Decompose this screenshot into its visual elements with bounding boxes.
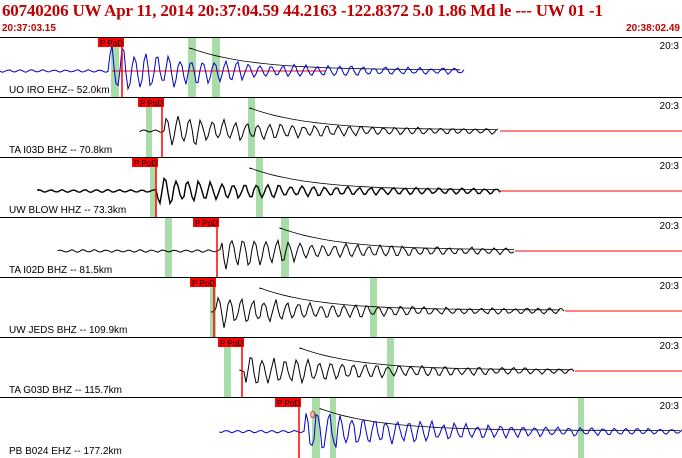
scale-label: 20:3 (659, 161, 679, 172)
scale-label: 20:3 (659, 281, 679, 292)
pick-label: P PoD (140, 99, 163, 108)
waveform (37, 177, 501, 206)
trace-panel-iro[interactable]: P PoD UO IRO EHZ-- 52.0km 20:3 (0, 37, 682, 97)
trace-panel-i03d[interactable]: P PoD TA I03D BHZ -- 70.8km 20:3 (0, 97, 682, 157)
trace-panel-g03d[interactable]: P PoD TA G03D BHZ -- 115.7km 20:3 (0, 337, 682, 397)
station-label: UO IRO EHZ-- 52.0km (9, 85, 110, 96)
trace-panel-blow[interactable]: P PoD UW BLOW HHZ -- 73.3km 20:3 (0, 157, 682, 217)
pick-label: P PoD (195, 219, 218, 228)
station-label: UW BLOW HHZ -- 73.3km (9, 205, 127, 216)
header: 60740206 UW Apr 11, 2014 20:37:04.59 44.… (0, 0, 682, 37)
analysis-window (330, 398, 336, 458)
end-time: 20:38:02.49 (626, 23, 680, 34)
pick-label: P PoD (220, 339, 243, 348)
analysis-window (281, 218, 289, 277)
seismogram-panels: P PoD UO IRO EHZ-- 52.0km 20:3 P PoD TA … (0, 37, 682, 458)
waveform (219, 413, 682, 449)
coda-decay-curve (259, 287, 561, 311)
scale-label: 20:3 (659, 401, 679, 412)
analysis-window (165, 218, 172, 277)
station-label: TA I03D BHZ -- 70.8km (9, 145, 113, 156)
scale-label: 20:3 (659, 41, 679, 52)
coda-decay-curve (249, 107, 496, 130)
coda-decay-curve (279, 227, 515, 250)
analysis-window (312, 398, 320, 458)
waveform (0, 44, 465, 91)
station-label: TA I02D BHZ -- 81.5km (9, 265, 113, 276)
amplitude-marker: 0 (310, 410, 316, 421)
station-label: PB B024 EHZ -- 177.2km (9, 446, 122, 457)
pick-label: P PoD (134, 159, 157, 168)
trace-panel-i02d[interactable]: P PoD TA I02D BHZ -- 81.5km 20:3 (0, 217, 682, 277)
scale-label: 20:3 (659, 101, 679, 112)
station-label: UW JEDS BHZ -- 109.9km (9, 325, 128, 336)
coda-decay-curve (189, 47, 461, 71)
waveform (139, 115, 499, 146)
pick-label: P PoD (277, 399, 300, 408)
pick-label: P PoD (100, 39, 123, 48)
trace-panel-b024[interactable]: P PoD 0 PB B024 EHZ -- 177.2km 20:3 (0, 397, 682, 458)
trace-panel-jeds[interactable]: P PoD UW JEDS BHZ -- 109.9km 20:3 (0, 277, 682, 337)
waveform (239, 356, 575, 385)
scale-label: 20:3 (659, 341, 679, 352)
analysis-window (578, 398, 584, 458)
analysis-window (370, 278, 377, 337)
waveform (211, 296, 565, 328)
scale-label: 20:3 (659, 221, 679, 232)
analysis-window (256, 158, 263, 217)
station-label: TA G03D BHZ -- 115.7km (9, 385, 122, 396)
coda-decay-curve (249, 167, 496, 190)
pick-label: P PoD (192, 279, 215, 288)
start-time: 20:37:03.15 (2, 23, 56, 34)
event-title: 60740206 UW Apr 11, 2014 20:37:04.59 44.… (2, 1, 603, 20)
